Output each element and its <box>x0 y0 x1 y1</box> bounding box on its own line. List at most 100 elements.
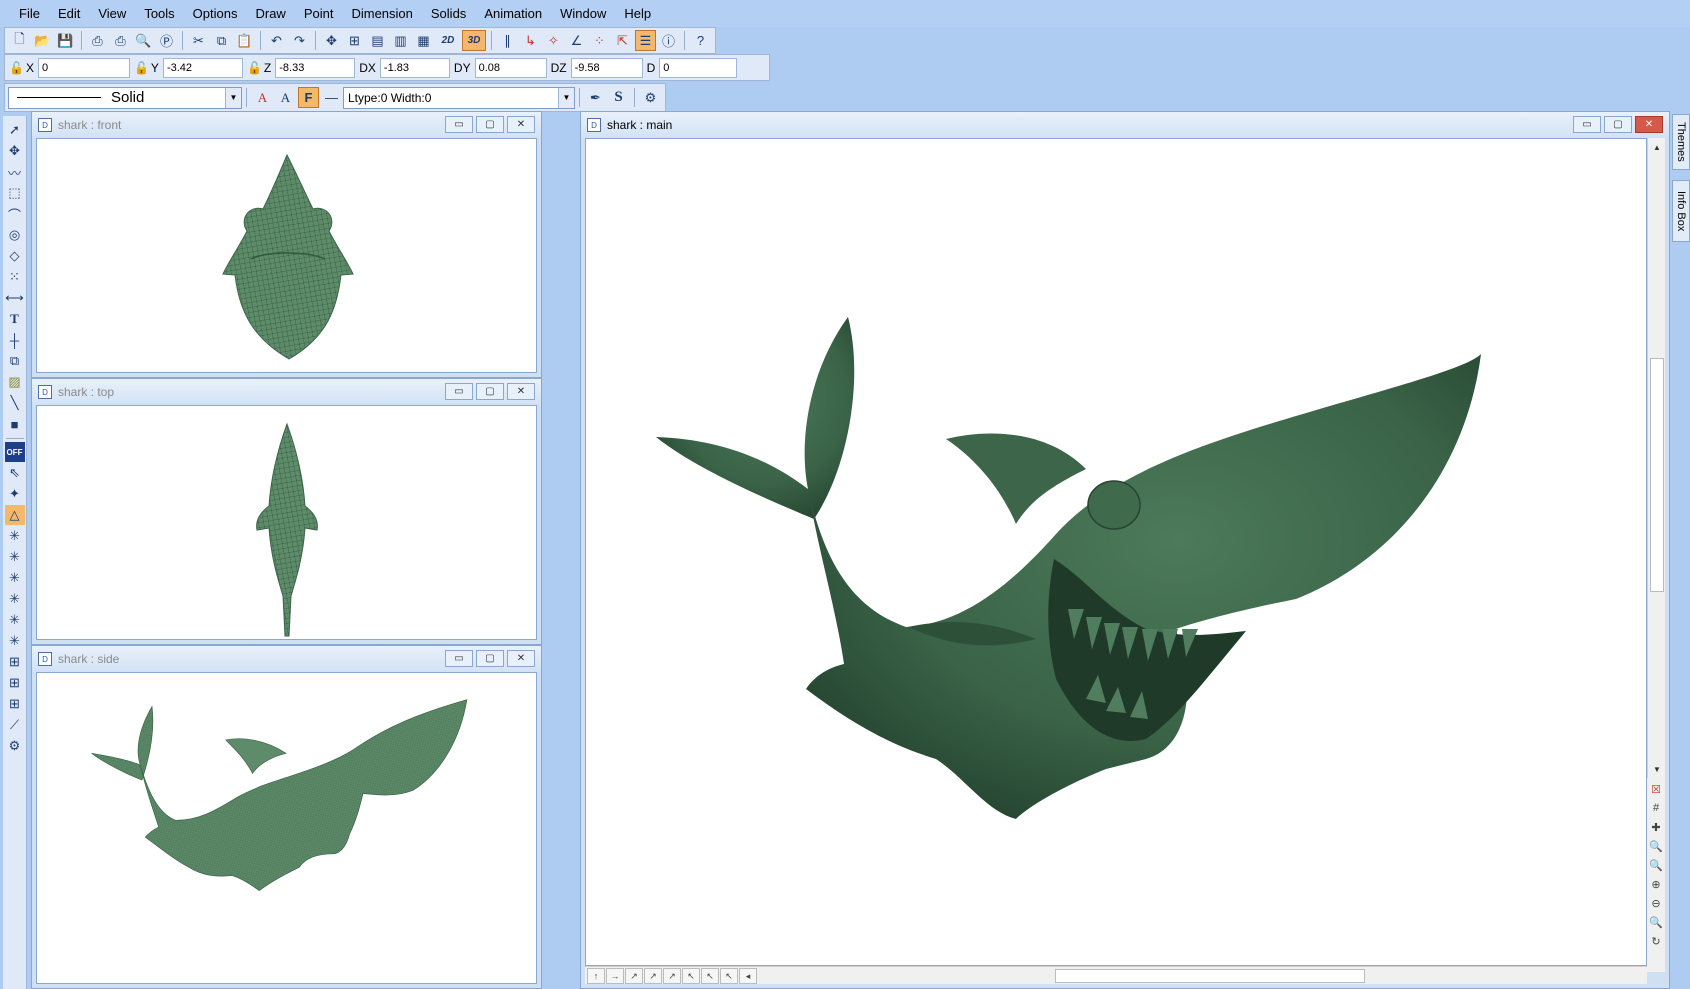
attributes-icon[interactable]: ⚙ <box>640 87 661 108</box>
line-icon[interactable]: ╲ <box>5 393 25 413</box>
new-file-icon[interactable]: 🗋 <box>9 30 30 51</box>
snap-m-icon[interactable]: ✳ <box>5 610 25 630</box>
coord-dz-field[interactable]: -9.58 <box>570 57 643 78</box>
snap-gear-icon[interactable]: ⚙ <box>5 736 25 756</box>
view-side-icon[interactable]: ▦ <box>413 30 434 51</box>
paste-icon[interactable]: 📋 <box>234 30 255 51</box>
snap-off-button[interactable]: OFF <box>4 442 25 462</box>
menu-solids[interactable]: Solids <box>422 0 475 27</box>
plot-icon[interactable]: Ⓟ <box>156 30 177 51</box>
view-front-icon[interactable]: ▤ <box>367 30 388 51</box>
box-icon[interactable]: ⬚ <box>5 183 25 203</box>
coord-z-field[interactable]: -8.33 <box>275 57 356 78</box>
undo-icon[interactable]: ↶ <box>266 30 287 51</box>
line-weight-icon[interactable]: — <box>321 87 342 108</box>
axis-star-icon[interactable]: ✧ <box>543 30 564 51</box>
tab-info-box[interactable]: Info Box <box>1672 180 1690 242</box>
snap-s-button[interactable]: S <box>608 87 629 108</box>
view-top-icon[interactable]: ▥ <box>390 30 411 51</box>
menu-file[interactable]: File <box>10 0 49 27</box>
viewport-front[interactable] <box>36 138 537 373</box>
close-button[interactable]: ✕ <box>507 383 535 400</box>
snap-diag2-icon[interactable]: ↗ <box>644 968 662 984</box>
zoom-out-icon[interactable]: ⊖ <box>1648 894 1664 912</box>
print-setup-icon[interactable]: ⎙ <box>110 30 131 51</box>
polygon-icon[interactable]: ◇ <box>5 246 25 266</box>
print-preview-icon[interactable]: 🔍 <box>133 30 154 51</box>
coord-dx-field[interactable]: -1.83 <box>379 57 450 78</box>
menu-animation[interactable]: Animation <box>475 0 551 27</box>
menu-help[interactable]: Help <box>615 0 660 27</box>
snap-triangle-icon[interactable]: △ <box>4 505 25 525</box>
maximize-button[interactable]: ▢ <box>476 116 504 133</box>
window-main-titlebar[interactable]: D shark : main <box>581 112 1669 138</box>
menu-dimension[interactable]: Dimension <box>342 0 421 27</box>
snap-cb-icon[interactable]: ⊞ <box>5 694 25 714</box>
hatch-icon[interactable]: ▨ <box>5 372 25 392</box>
coord-x-field[interactable]: 0 <box>37 57 130 78</box>
vertical-scrollbar[interactable]: ▲ ▼ <box>1647 138 1665 778</box>
fill-button[interactable]: F <box>298 87 319 108</box>
zoom-previous-icon[interactable]: 🔍 <box>1648 913 1664 931</box>
coord-dy-field[interactable]: 0.08 <box>474 57 547 78</box>
snap-diag5-icon[interactable]: ↖ <box>701 968 719 984</box>
menu-tools[interactable]: Tools <box>135 0 183 27</box>
pan-icon[interactable]: ✥ <box>321 30 342 51</box>
menu-options[interactable]: Options <box>184 0 247 27</box>
close-button[interactable]: ✕ <box>1635 116 1663 133</box>
snap-up-icon[interactable]: ↑ <box>587 968 605 984</box>
snap-diag3-icon[interactable]: ↗ <box>663 968 681 984</box>
grid-icon[interactable]: # <box>1648 799 1664 817</box>
minimize-button[interactable]: ▭ <box>1573 116 1601 133</box>
snap-wand-icon[interactable]: ✦ <box>5 484 25 504</box>
save-icon[interactable]: 💾 <box>55 30 76 51</box>
ltype-width-select[interactable]: Ltype:0 Width:0 ▼ <box>343 86 575 109</box>
text-icon[interactable]: T <box>5 309 25 329</box>
eyedropper-icon[interactable]: ✒ <box>585 87 606 108</box>
snap-m2-icon[interactable]: ✳ <box>5 631 25 651</box>
zoom-window-icon[interactable]: 🔍 <box>1648 856 1664 874</box>
select-icon[interactable]: ⇱ <box>612 30 633 51</box>
menu-edit[interactable]: Edit <box>49 0 89 27</box>
snap-g-icon[interactable]: ✳ <box>5 526 25 546</box>
viewport-top[interactable] <box>36 405 537 640</box>
arc-icon[interactable]: ⌒ <box>5 204 25 224</box>
minimize-button[interactable]: ▭ <box>445 650 473 667</box>
close-button[interactable]: ✕ <box>507 116 535 133</box>
snap-grid2-icon[interactable]: ⊞ <box>5 673 25 693</box>
crosshair-icon[interactable]: ┼ <box>5 330 25 350</box>
array-icon[interactable]: ⁙ <box>5 267 25 287</box>
snap-pointer-icon[interactable]: ⇖ <box>5 463 25 483</box>
lock-icon[interactable]: 🔓 <box>134 61 149 75</box>
tab-themes[interactable]: Themes <box>1672 114 1690 170</box>
menu-draw[interactable]: Draw <box>246 0 294 27</box>
layers-icon[interactable]: ☰ <box>635 30 656 51</box>
snap-i-icon[interactable]: ✳ <box>5 568 25 588</box>
maximize-button[interactable]: ▢ <box>476 650 504 667</box>
fill-color-icon[interactable]: ■ <box>5 414 25 434</box>
chevron-down-icon[interactable]: ▼ <box>1650 762 1664 776</box>
menu-window[interactable]: Window <box>551 0 615 27</box>
chevron-down-icon[interactable]: ▼ <box>225 87 241 108</box>
text-font-icon[interactable]: A <box>275 87 296 108</box>
open-folder-icon[interactable]: 📂 <box>32 30 53 51</box>
snap-grid-icon[interactable]: ⊞ <box>5 652 25 672</box>
snap-diag6-icon[interactable]: ↖ <box>720 968 738 984</box>
print-icon[interactable]: ⎙ <box>87 30 108 51</box>
coord-y-field[interactable]: -3.42 <box>162 57 243 78</box>
menu-view[interactable]: View <box>89 0 135 27</box>
polyline-icon[interactable]: 〰 <box>5 162 25 182</box>
snap-diag4-icon[interactable]: ↖ <box>682 968 700 984</box>
grid-points-icon[interactable]: ⁘ <box>589 30 610 51</box>
maximize-button[interactable]: ▢ <box>1604 116 1632 133</box>
snap-angle-icon[interactable]: ⟋ <box>5 715 25 735</box>
snap-i2-icon[interactable]: ✳ <box>5 589 25 609</box>
chevron-down-icon[interactable]: ▼ <box>558 87 574 108</box>
mode-3d-button[interactable]: 3D <box>462 30 486 51</box>
cut-icon[interactable]: ✂ <box>188 30 209 51</box>
chevron-up-icon[interactable]: ▲ <box>1650 140 1664 154</box>
dimension-icon[interactable]: ⟷ <box>5 288 25 308</box>
pan-view-icon[interactable]: ✚ <box>1648 818 1664 836</box>
minimize-button[interactable]: ▭ <box>445 116 473 133</box>
chevron-left-icon[interactable]: ◂ <box>739 968 757 984</box>
